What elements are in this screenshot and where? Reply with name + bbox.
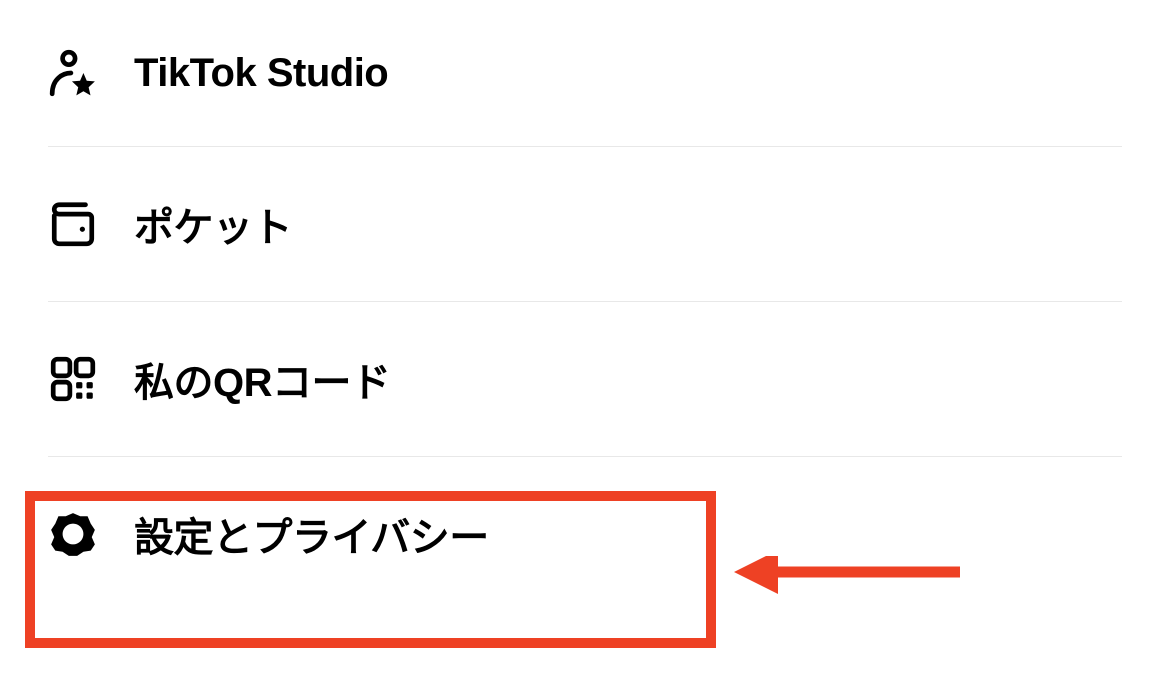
menu-list: TikTok Studio ポケット 私のQRコード — [0, 0, 1170, 611]
qr-code-icon — [48, 354, 98, 404]
menu-item-label: 設定とプライバシー — [134, 505, 489, 563]
settings-gear-icon — [48, 509, 98, 559]
menu-item-qr-code[interactable]: 私のQRコード — [48, 302, 1122, 457]
menu-item-tiktok-studio[interactable]: TikTok Studio — [48, 0, 1122, 147]
menu-item-label: TikTok Studio — [134, 51, 388, 96]
menu-item-settings-privacy[interactable]: 設定とプライバシー — [48, 457, 1122, 611]
creator-star-icon — [48, 48, 98, 98]
wallet-icon — [48, 199, 98, 249]
menu-item-label: ポケット — [134, 195, 292, 253]
menu-item-label: 私のQRコード — [134, 350, 391, 408]
menu-item-wallet[interactable]: ポケット — [48, 147, 1122, 302]
